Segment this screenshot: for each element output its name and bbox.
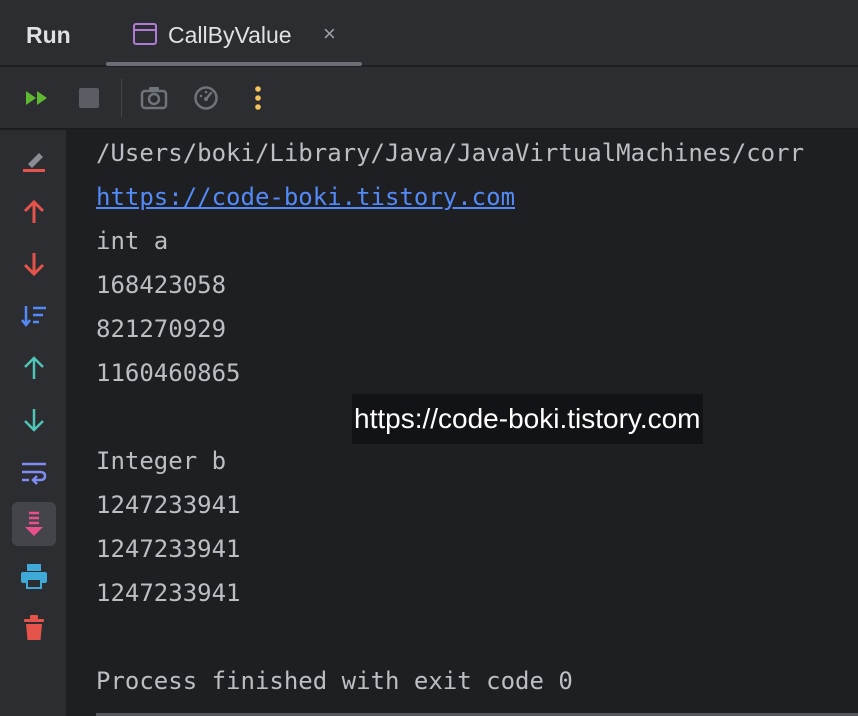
previous-occurrence-button[interactable] — [12, 190, 56, 234]
previous-occurrence-icon — [23, 199, 45, 223]
clear-all-button[interactable] — [12, 138, 56, 182]
sort-icon — [21, 306, 46, 328]
sort-button[interactable] — [12, 294, 56, 338]
clear-all-icon — [23, 153, 45, 172]
stop-icon — [79, 88, 99, 108]
run-toolbar — [0, 67, 858, 129]
soft-wrap-icon — [22, 462, 47, 485]
up-arrow-icon — [24, 356, 44, 379]
soft-wrap-button[interactable] — [12, 450, 56, 494]
application-window-icon — [133, 23, 157, 45]
profiler-gauge-icon — [194, 86, 218, 110]
console-line: 1160460865 — [96, 359, 241, 387]
toolbar-separator — [121, 79, 122, 117]
scroll-up-button[interactable] — [12, 346, 56, 390]
rerun-icon — [26, 91, 47, 105]
rerun-button[interactable] — [18, 67, 56, 129]
more-options-button[interactable] — [240, 67, 276, 129]
console-line: 1247233941 — [96, 579, 241, 607]
scroll-down-button[interactable] — [12, 398, 56, 442]
scroll-to-end-icon — [25, 511, 43, 536]
next-occurrence-button[interactable] — [12, 242, 56, 286]
next-occurrence-icon — [23, 253, 45, 277]
stop-button[interactable] — [70, 67, 108, 129]
print-icon — [21, 564, 47, 589]
run-panel-label: Run — [26, 22, 71, 48]
scroll-to-end-button[interactable] — [12, 502, 56, 546]
console-side-toolbar — [0, 130, 66, 716]
tab-callbyvalue[interactable]: CallByValue × — [106, 0, 362, 66]
tool-window-header: Run CallByValue × — [0, 0, 858, 66]
close-icon[interactable]: × — [323, 23, 336, 45]
trash-icon — [24, 615, 44, 640]
more-vertical-icon — [255, 86, 261, 110]
console-line: 1247233941 — [96, 535, 241, 563]
down-arrow-icon — [24, 409, 44, 432]
console-line: Integer b — [96, 447, 227, 475]
screenshot-button[interactable] — [134, 67, 174, 129]
console-line-java-path: /Users/boki/Library/Java/JavaVirtualMach… — [96, 139, 805, 167]
console-line: int a — [96, 227, 169, 255]
screenshot-camera-icon — [140, 87, 168, 110]
console-line: 821270929 — [96, 315, 227, 343]
print-button[interactable] — [12, 554, 56, 598]
profiler-button[interactable] — [186, 67, 226, 129]
watermark-overlay: https://code-boki.tistory.com — [352, 394, 703, 444]
tab-title: CallByValue — [168, 22, 292, 48]
active-tab-indicator — [106, 62, 362, 66]
console-line: 1247233941 — [96, 491, 241, 519]
delete-button[interactable] — [12, 606, 56, 650]
console-line: 168423058 — [96, 271, 227, 299]
console-line-exit-status: Process finished with exit code 0 — [96, 667, 573, 695]
console-line-link[interactable]: https://code-boki.tistory.com — [96, 182, 515, 212]
console-output[interactable]: /Users/boki/Library/Java/JavaVirtualMach… — [66, 130, 858, 716]
